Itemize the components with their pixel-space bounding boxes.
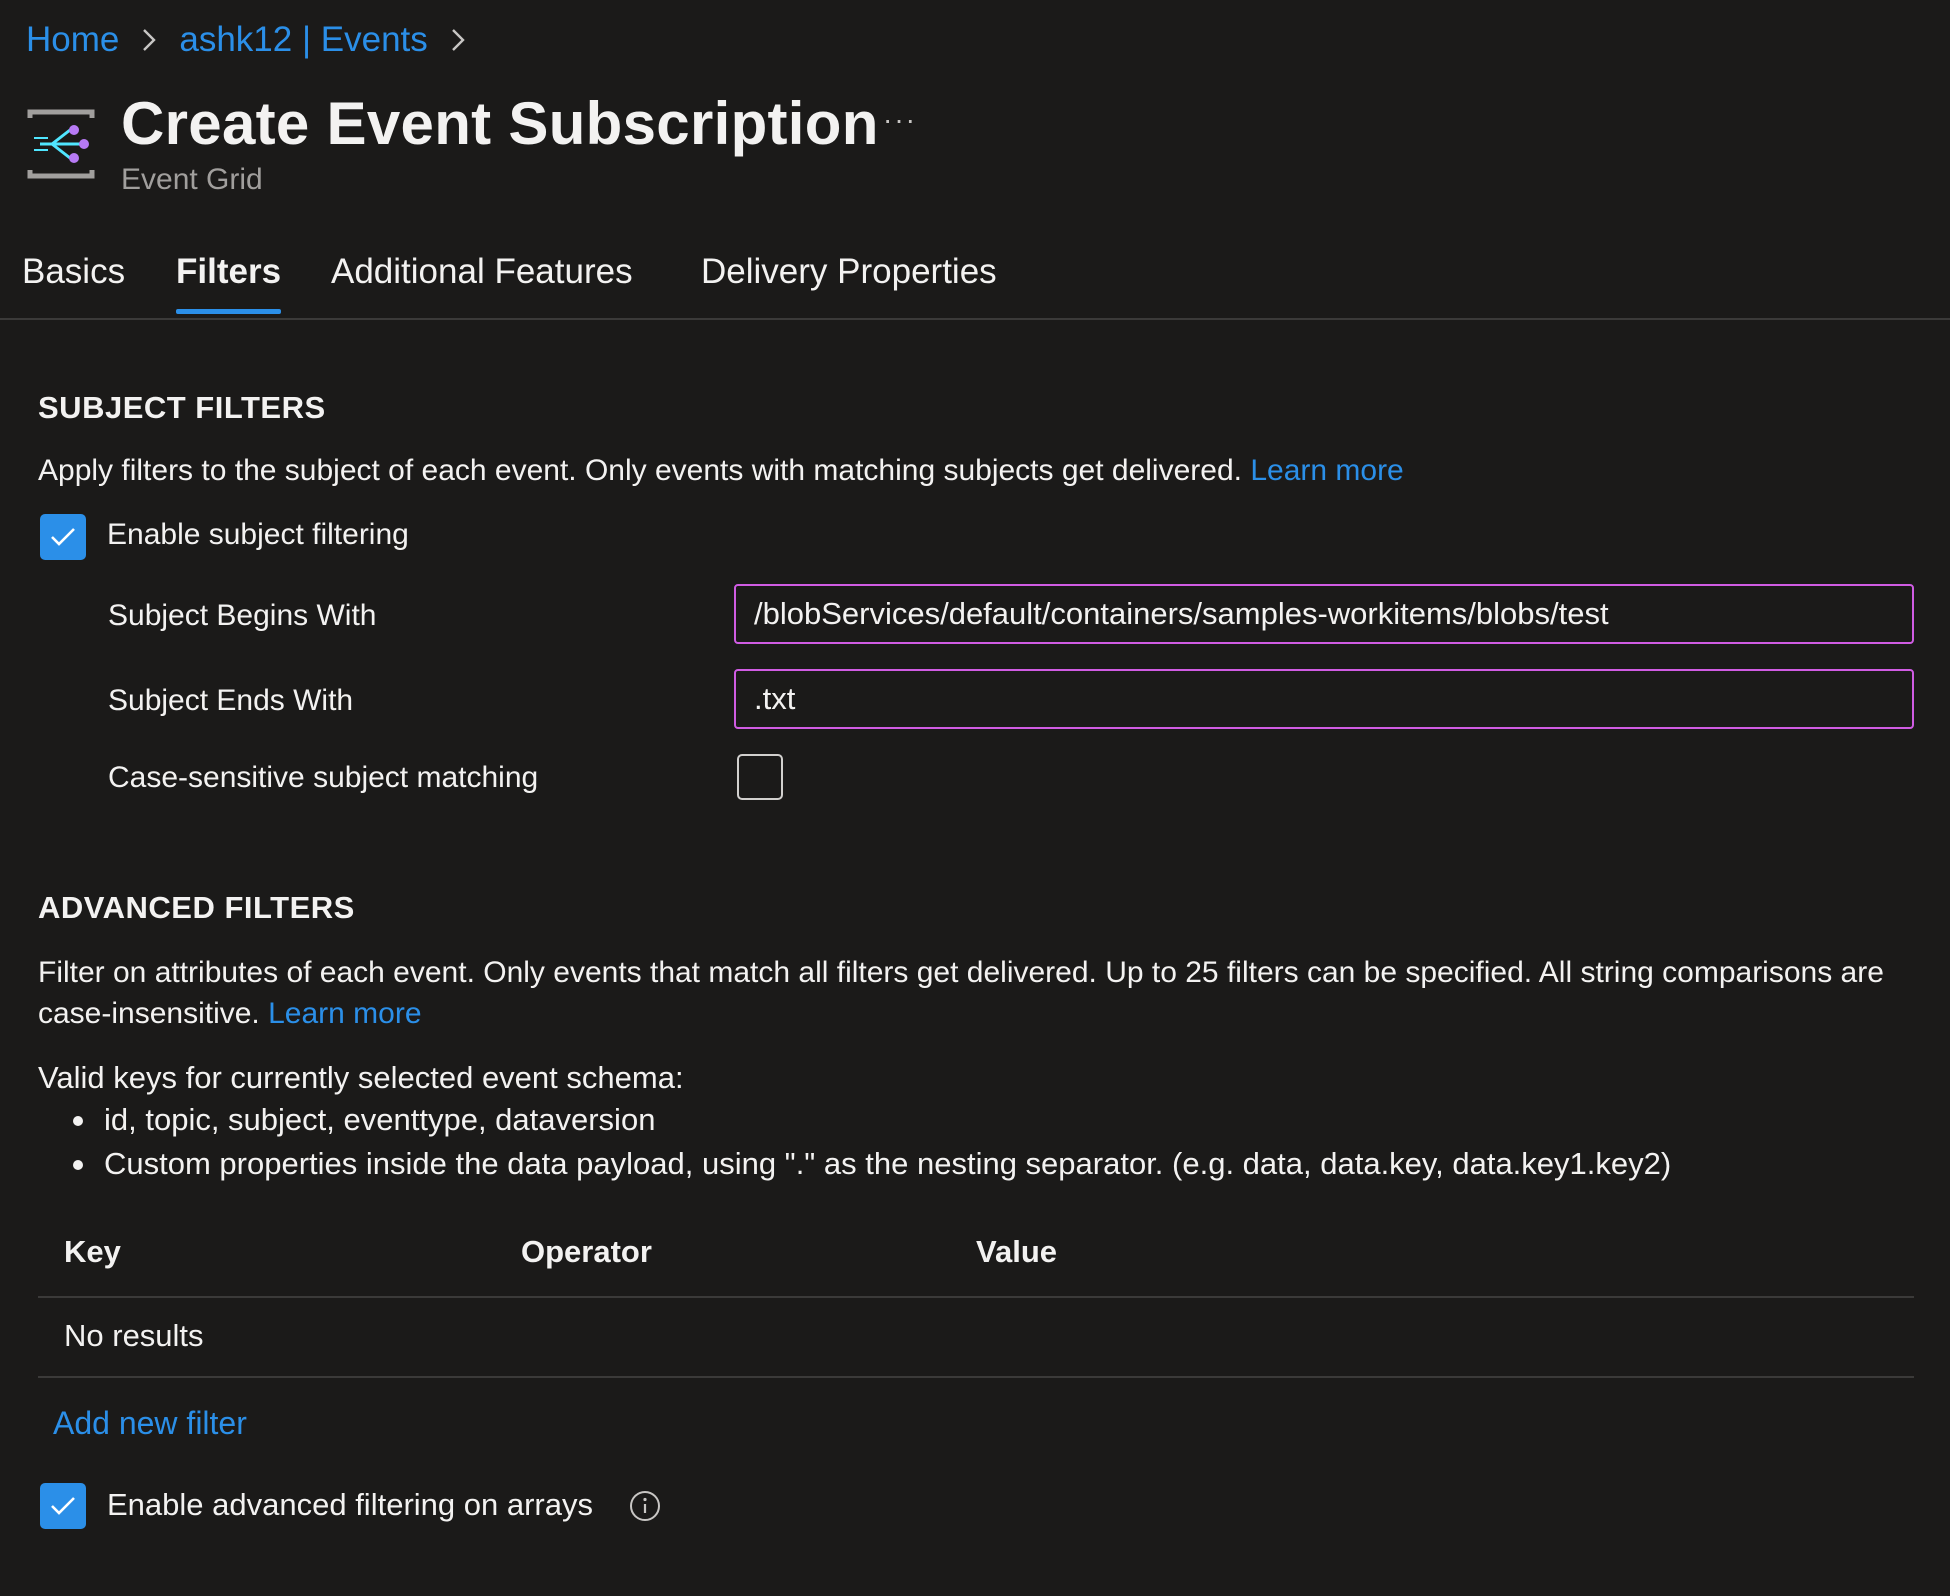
no-results-text: No results xyxy=(64,1318,204,1353)
description-text: case-insensitive. xyxy=(38,997,260,1030)
tab-label: Filters xyxy=(176,252,282,291)
valid-keys-title: Valid keys for currently selected event … xyxy=(38,1060,684,1095)
more-options-button[interactable]: ··· xyxy=(880,100,920,140)
subject-ends-with-label: Subject Ends With xyxy=(108,684,354,717)
subject-begins-with-input[interactable] xyxy=(734,584,1914,644)
tab-basics[interactable]: Basics xyxy=(22,252,125,308)
enable-array-filtering-checkbox[interactable] xyxy=(40,1483,86,1529)
tab-filters[interactable]: Filters xyxy=(176,252,282,314)
advanced-learn-more-link[interactable]: Learn more xyxy=(268,997,421,1030)
subject-begins-with-label: Subject Begins With xyxy=(108,599,377,632)
tab-additional-features[interactable]: Additional Features xyxy=(331,252,633,308)
filters-table-header: Key Operator Value xyxy=(38,1228,1914,1298)
advanced-filters-heading: ADVANCED FILTERS xyxy=(38,890,355,925)
checkmark-icon xyxy=(51,528,75,546)
list-item: Custom properties inside the data payloa… xyxy=(72,1142,1671,1186)
breadcrumb-home-link[interactable]: Home xyxy=(26,20,119,60)
case-sensitive-checkbox[interactable] xyxy=(737,754,783,800)
column-header-operator: Operator xyxy=(521,1234,652,1269)
column-header-key: Key xyxy=(64,1234,121,1269)
description-text: Apply filters to the subject of each eve… xyxy=(38,454,1242,487)
enable-array-filtering-label: Enable advanced filtering on arrays xyxy=(107,1487,593,1522)
list-item: id, topic, subject, eventtype, dataversi… xyxy=(72,1098,1671,1142)
tab-label: Additional Features xyxy=(331,252,633,291)
page-subtitle: Event Grid xyxy=(121,163,263,196)
tab-label: Basics xyxy=(22,252,126,291)
chevron-right-icon xyxy=(436,18,480,62)
case-sensitive-label: Case-sensitive subject matching xyxy=(108,761,539,794)
column-header-value: Value xyxy=(976,1234,1057,1269)
info-icon[interactable] xyxy=(629,1490,661,1522)
subject-learn-more-link[interactable]: Learn more xyxy=(1250,454,1403,487)
tab-label: Delivery Properties xyxy=(701,252,997,291)
add-new-filter-link[interactable]: Add new filter xyxy=(53,1405,247,1442)
chevron-right-icon xyxy=(127,18,171,62)
tab-delivery-properties[interactable]: Delivery Properties xyxy=(701,252,997,308)
page-title: Create Event Subscription xyxy=(121,90,879,157)
description-text: Filter on attributes of each event. Only… xyxy=(38,956,1884,989)
active-tab-indicator xyxy=(176,309,282,314)
event-grid-icon xyxy=(26,108,96,180)
subject-ends-with-input[interactable] xyxy=(734,669,1914,729)
checkmark-icon xyxy=(51,1497,75,1515)
subject-filters-heading: SUBJECT FILTERS xyxy=(38,390,326,425)
enable-subject-filtering-label: Enable subject filtering xyxy=(107,518,409,551)
enable-subject-filtering-checkbox[interactable] xyxy=(40,514,86,560)
valid-keys-list: id, topic, subject, eventtype, dataversi… xyxy=(72,1098,1671,1186)
filters-table-body: No results xyxy=(38,1298,1914,1378)
advanced-filters-description: Filter on attributes of each event. Only… xyxy=(38,952,1928,1034)
tab-bar: Basics Filters Additional Features Deliv… xyxy=(0,238,1950,320)
subject-filters-description: Apply filters to the subject of each eve… xyxy=(38,450,1404,491)
breadcrumb-events-link[interactable]: ashk12 | Events xyxy=(179,20,427,60)
breadcrumb: Home ashk12 | Events xyxy=(26,18,488,62)
